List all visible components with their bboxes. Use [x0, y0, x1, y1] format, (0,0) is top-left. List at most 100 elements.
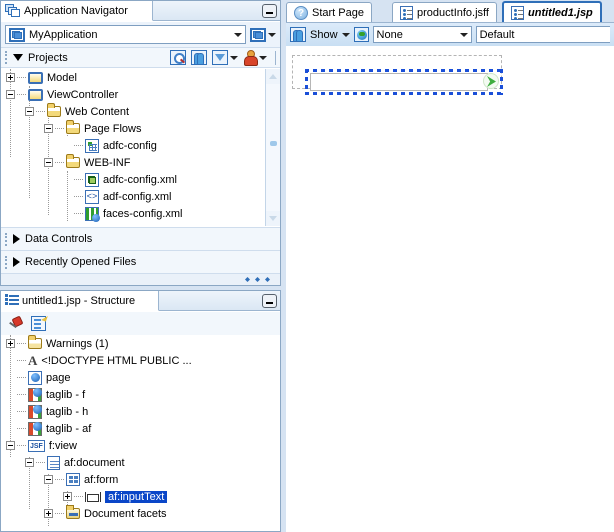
faces-config-icon [85, 206, 100, 222]
facet-select[interactable]: None [372, 26, 472, 43]
expander-plus-icon[interactable] [6, 339, 15, 348]
tree-row[interactable]: af:form [1, 471, 280, 488]
refresh-icon[interactable] [191, 50, 207, 65]
drag-grip[interactable] [5, 51, 8, 64]
show-menu-label: Show [310, 28, 338, 41]
facets-folder-icon [66, 505, 80, 519]
show-menu-button[interactable]: Show [310, 29, 350, 41]
tree-connector [17, 94, 26, 95]
tree-row[interactable]: Web Content [1, 103, 265, 120]
tree-row[interactable]: af:document [1, 454, 280, 471]
jsff-icon [400, 5, 413, 20]
application-menu-icon [250, 27, 266, 42]
af-form-outline[interactable] [292, 55, 503, 95]
tab-productinfo-jsff[interactable]: productInfo.jsff [392, 2, 497, 22]
tree-row[interactable]: JSF f:view [1, 437, 280, 454]
tree-row[interactable]: page [1, 369, 280, 386]
expander-minus-icon[interactable] [44, 475, 53, 484]
tree-row[interactable]: adfc-config [1, 137, 265, 154]
tree-row[interactable]: Page Flows [1, 120, 265, 137]
tree-row[interactable]: faces-config.xml [1, 205, 265, 222]
tree-connector [17, 77, 26, 78]
navigator-resize-grip[interactable] [1, 273, 280, 285]
tree-row[interactable]: Document facets [1, 505, 280, 522]
expander-minus-icon[interactable] [44, 158, 53, 167]
search-icon[interactable] [170, 50, 186, 65]
projects-tree-scrollbar[interactable] [265, 69, 280, 226]
expander-minus-icon[interactable] [6, 90, 15, 99]
tree-row-selected[interactable]: af:inputText [1, 488, 280, 505]
tree-row[interactable]: taglib - h [1, 403, 280, 420]
skin-field[interactable]: Default [475, 26, 610, 43]
working-sets-icon[interactable] [243, 50, 258, 66]
tree-row[interactable]: adfc-config.xml [1, 171, 265, 188]
folder-icon [66, 154, 80, 168]
expand-triangle-icon[interactable] [13, 257, 20, 267]
globe-icon[interactable] [353, 27, 369, 42]
chevron-down-icon[interactable] [259, 55, 267, 60]
tree-row-label: <!DOCTYPE HTML PUBLIC ... [41, 354, 192, 367]
expander-minus-icon[interactable] [25, 458, 34, 467]
tree-row[interactable]: taglib - f [1, 386, 280, 403]
tree-connector [17, 445, 26, 446]
structure-tab-label: untitled1.jsp - Structure [22, 294, 136, 307]
sidebar-item-recently-opened-files[interactable]: Recently Opened Files [1, 250, 280, 273]
collapse-triangle-icon[interactable] [13, 54, 23, 61]
tab-start-page[interactable]: ? Start Page [286, 2, 372, 22]
filter-icon[interactable] [212, 50, 228, 65]
structure-minimize-button[interactable] [262, 294, 277, 308]
tree-row[interactable]: Model [1, 69, 265, 86]
tree-connector [55, 513, 64, 514]
projects-tree[interactable]: Model ViewController Web Content Page Fl… [1, 69, 265, 226]
tree-row[interactable]: taglib - af [1, 420, 280, 437]
tree-row-label: af:inputText [105, 490, 168, 503]
tree-row-label: WEB-INF [84, 156, 131, 169]
sidebar-item-data-controls[interactable]: Data Controls [1, 227, 280, 250]
application-menu-button[interactable] [250, 27, 276, 42]
project-folder-icon [28, 71, 43, 84]
tree-row[interactable]: A <!DOCTYPE HTML PUBLIC ... [1, 352, 280, 369]
tree-connector [17, 394, 26, 395]
edit-icon[interactable] [31, 316, 46, 331]
expander-plus-icon[interactable] [44, 509, 53, 518]
projects-section-header[interactable]: Projects [1, 47, 280, 68]
tree-row-label: af:form [84, 473, 119, 486]
ide-window: Application Navigator MyApplication Proj… [0, 0, 614, 532]
tree-row-label: f:view [48, 439, 77, 452]
input-text-field[interactable] [310, 73, 488, 91]
tree-row-label: faces-config.xml [103, 207, 183, 220]
expander-plus-icon[interactable] [63, 492, 72, 501]
structure-tab[interactable]: untitled1.jsp - Structure [1, 291, 159, 311]
design-canvas[interactable] [286, 46, 614, 532]
adfc-config-xml-icon [85, 172, 99, 187]
expander-minus-icon[interactable] [44, 124, 53, 133]
scroll-down-arrow[interactable] [266, 211, 280, 226]
tree-row[interactable]: WEB-INF [1, 154, 265, 171]
expander-minus-icon[interactable] [25, 107, 34, 116]
application-select[interactable]: MyApplication [5, 25, 246, 44]
folder-icon [47, 103, 61, 117]
expander-plus-icon[interactable] [6, 73, 15, 82]
structure-tree[interactable]: Warnings (1) A <!DOCTYPE HTML PUBLIC ...… [1, 335, 280, 530]
drag-grip[interactable] [5, 255, 8, 269]
drag-grip[interactable] [5, 232, 8, 246]
page-flow-icon [85, 138, 99, 153]
chevron-down-icon[interactable] [230, 55, 238, 60]
component-selection-outline[interactable] [305, 69, 503, 95]
scroll-up-arrow[interactable] [266, 69, 280, 84]
navigator-minimize-button[interactable] [262, 4, 277, 18]
expander-minus-icon[interactable] [6, 441, 15, 450]
scroll-thumb[interactable] [270, 141, 277, 146]
tab-untitled1-jsp[interactable]: untitled1.jsp [502, 1, 602, 22]
refresh-icon[interactable] [290, 27, 306, 42]
expand-triangle-icon[interactable] [13, 234, 20, 244]
projects-section-label: Projects [28, 51, 68, 64]
application-navigator-tab[interactable]: Application Navigator [1, 1, 153, 21]
tree-row[interactable]: ViewController [1, 86, 265, 103]
pin-icon[interactable] [8, 316, 24, 332]
taglib-icon [28, 404, 42, 419]
tree-row[interactable]: Warnings (1) [1, 335, 280, 352]
tree-row-label: taglib - f [46, 388, 86, 401]
tree-row[interactable]: <> adf-config.xml [1, 188, 265, 205]
warnings-folder-icon [28, 335, 42, 349]
